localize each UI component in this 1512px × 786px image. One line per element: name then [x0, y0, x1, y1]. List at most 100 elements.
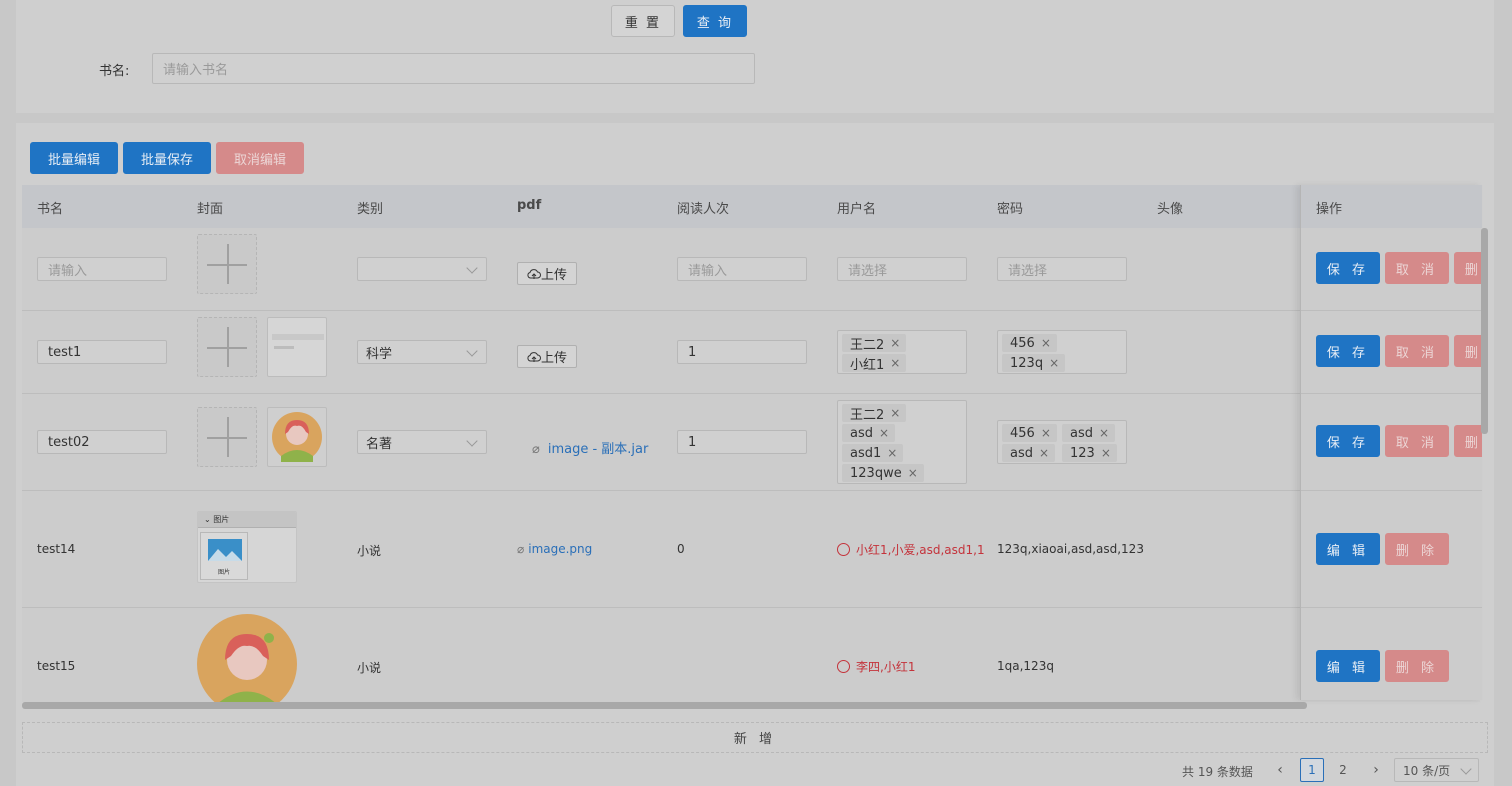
cancel-button[interactable]: 取 消	[1385, 425, 1449, 457]
cover-upload-plus-icon[interactable]	[197, 317, 257, 377]
batch-save-button[interactable]: 批量保存	[123, 142, 211, 174]
pdf-upload-button[interactable]: 上传	[517, 345, 577, 368]
cancel-edit-button[interactable]: 取消编辑	[216, 142, 304, 174]
avatar-girl-image	[197, 614, 297, 702]
actions-row: 编 辑 删 除	[1301, 491, 1482, 608]
close-icon[interactable]: ×	[879, 426, 889, 440]
cloud-upload-icon	[527, 351, 541, 362]
category-select[interactable]	[357, 257, 487, 281]
close-icon[interactable]: ×	[887, 446, 897, 460]
close-icon[interactable]: ×	[890, 336, 900, 350]
actions-row: 编 辑 删 除	[1301, 608, 1482, 700]
vertical-scrollbar[interactable]	[1481, 228, 1488, 434]
cover-upload-plus-icon[interactable]	[197, 407, 257, 467]
table-header	[22, 185, 1482, 228]
delete-button[interactable]: 删 除	[1454, 252, 1482, 284]
user-tag: 王二2 ×	[842, 404, 907, 423]
image-caption: 图片	[217, 569, 230, 576]
category-select[interactable]: 名著	[357, 430, 487, 454]
cover-upload-plus-icon[interactable]	[197, 234, 257, 294]
name-input[interactable]: test02	[37, 430, 167, 454]
cancel-button[interactable]: 取 消	[1385, 335, 1449, 367]
pdf-upload-button[interactable]: 上传	[517, 262, 577, 285]
close-icon[interactable]: ×	[1041, 426, 1051, 440]
name-input[interactable]: 请输入	[37, 257, 167, 281]
reads-input[interactable]: 请输入	[677, 257, 807, 281]
horizontal-scrollbar[interactable]	[22, 702, 1307, 709]
reset-button[interactable]: 重 置	[611, 5, 675, 37]
delete-button[interactable]: 删 除	[1454, 425, 1482, 457]
cancel-button[interactable]: 取 消	[1385, 252, 1449, 284]
close-icon[interactable]: ×	[890, 356, 900, 370]
password-tag: 123q ×	[1002, 354, 1066, 372]
category-select[interactable]: 科学	[357, 340, 487, 364]
upload-label: 上传	[540, 351, 567, 366]
cover-image[interactable]	[197, 614, 297, 702]
column-header-username: 用户名	[837, 202, 877, 217]
username-select[interactable]: 王二2 × asd × asd1 × 123qwe ×	[837, 400, 967, 484]
name-input[interactable]: test1	[37, 340, 167, 364]
batch-edit-button[interactable]: 批量编辑	[30, 142, 118, 174]
save-button[interactable]: 保 存	[1316, 252, 1380, 284]
user-tag: 小红1 ×	[842, 354, 907, 373]
password-tag: asd ×	[1002, 444, 1056, 462]
pdf-file-link[interactable]: ⌀ image - 副本.jar	[532, 438, 648, 457]
next-page-chevron-right-icon[interactable]: ›	[1364, 758, 1388, 782]
query-button[interactable]: 查 询	[683, 5, 747, 37]
cover-caption: 图片	[213, 515, 230, 524]
category-value: 名著	[366, 436, 393, 452]
password-tag: 456 ×	[1002, 424, 1057, 442]
password-select[interactable]: 456 × 123q ×	[997, 330, 1127, 374]
username-select[interactable]: 王二2 × 小红1 ×	[837, 330, 967, 374]
edit-button[interactable]: 编 辑	[1316, 533, 1380, 565]
book-name-cell: test15	[37, 659, 76, 673]
save-button[interactable]: 保 存	[1316, 425, 1380, 457]
cover-thumbnail[interactable]: ⌄ 图片 图片	[197, 511, 297, 583]
close-icon[interactable]: ×	[1041, 336, 1051, 350]
reads-input[interactable]: 1	[677, 430, 807, 454]
close-icon[interactable]: ×	[1039, 446, 1049, 460]
actions-row: 保 存 取 消 删 除	[1301, 311, 1482, 394]
image-icon	[208, 539, 242, 561]
close-icon[interactable]: ×	[908, 466, 918, 480]
pdf-file-link[interactable]: ⌀ image.png	[517, 542, 592, 556]
edit-button[interactable]: 编 辑	[1316, 650, 1380, 682]
column-header-category: 类别	[357, 202, 384, 217]
add-row-button[interactable]: 新 增	[22, 722, 1488, 753]
chevron-down-icon	[466, 345, 478, 357]
column-header-pdf: pdf	[517, 198, 542, 213]
username-cell: 李四,小红1	[837, 658, 915, 675]
close-icon[interactable]: ×	[1101, 446, 1111, 460]
user-tag: asd ×	[842, 424, 896, 442]
category-cell: 小说	[357, 661, 382, 675]
chevron-down-icon	[1460, 763, 1472, 775]
actions-row: 保 存 取 消 删 除	[1301, 228, 1482, 311]
delete-button[interactable]: 删 除	[1385, 533, 1449, 565]
page-2[interactable]: 2	[1331, 758, 1355, 782]
chevron-down-icon	[466, 435, 478, 447]
delete-button[interactable]: 删 除	[1385, 650, 1449, 682]
password-select[interactable]: 456 × asd × asd × 123 ×	[997, 420, 1127, 464]
page-size-select[interactable]: 10 条/页	[1394, 758, 1479, 782]
save-button[interactable]: 保 存	[1316, 335, 1380, 367]
user-circle-icon	[837, 660, 850, 673]
password-cell: 1qa,123q	[997, 659, 1054, 673]
cover-thumbnail[interactable]	[267, 407, 327, 467]
delete-button[interactable]: 删 除	[1454, 335, 1482, 367]
password-select[interactable]: 请选择	[997, 257, 1127, 281]
close-icon[interactable]: ×	[890, 406, 900, 420]
upload-label: 上传	[540, 268, 567, 283]
book-name-label: 书名:	[99, 64, 130, 79]
user-tag: 王二2 ×	[842, 334, 907, 353]
cover-thumbnail[interactable]	[267, 317, 327, 377]
close-icon[interactable]: ×	[1049, 356, 1059, 370]
username-cell: 小红1,小爱,asd,asd1,1	[837, 541, 985, 558]
reads-input[interactable]: 1	[677, 340, 807, 364]
username-select[interactable]: 请选择	[837, 257, 967, 281]
close-icon[interactable]: ×	[1099, 426, 1109, 440]
prev-page-chevron-left-icon[interactable]: ‹	[1268, 758, 1292, 782]
column-header-password: 密码	[997, 202, 1024, 217]
category-cell: 小说	[357, 544, 382, 558]
book-name-input[interactable]: 请输入书名	[152, 53, 755, 84]
page-1[interactable]: 1	[1300, 758, 1324, 782]
